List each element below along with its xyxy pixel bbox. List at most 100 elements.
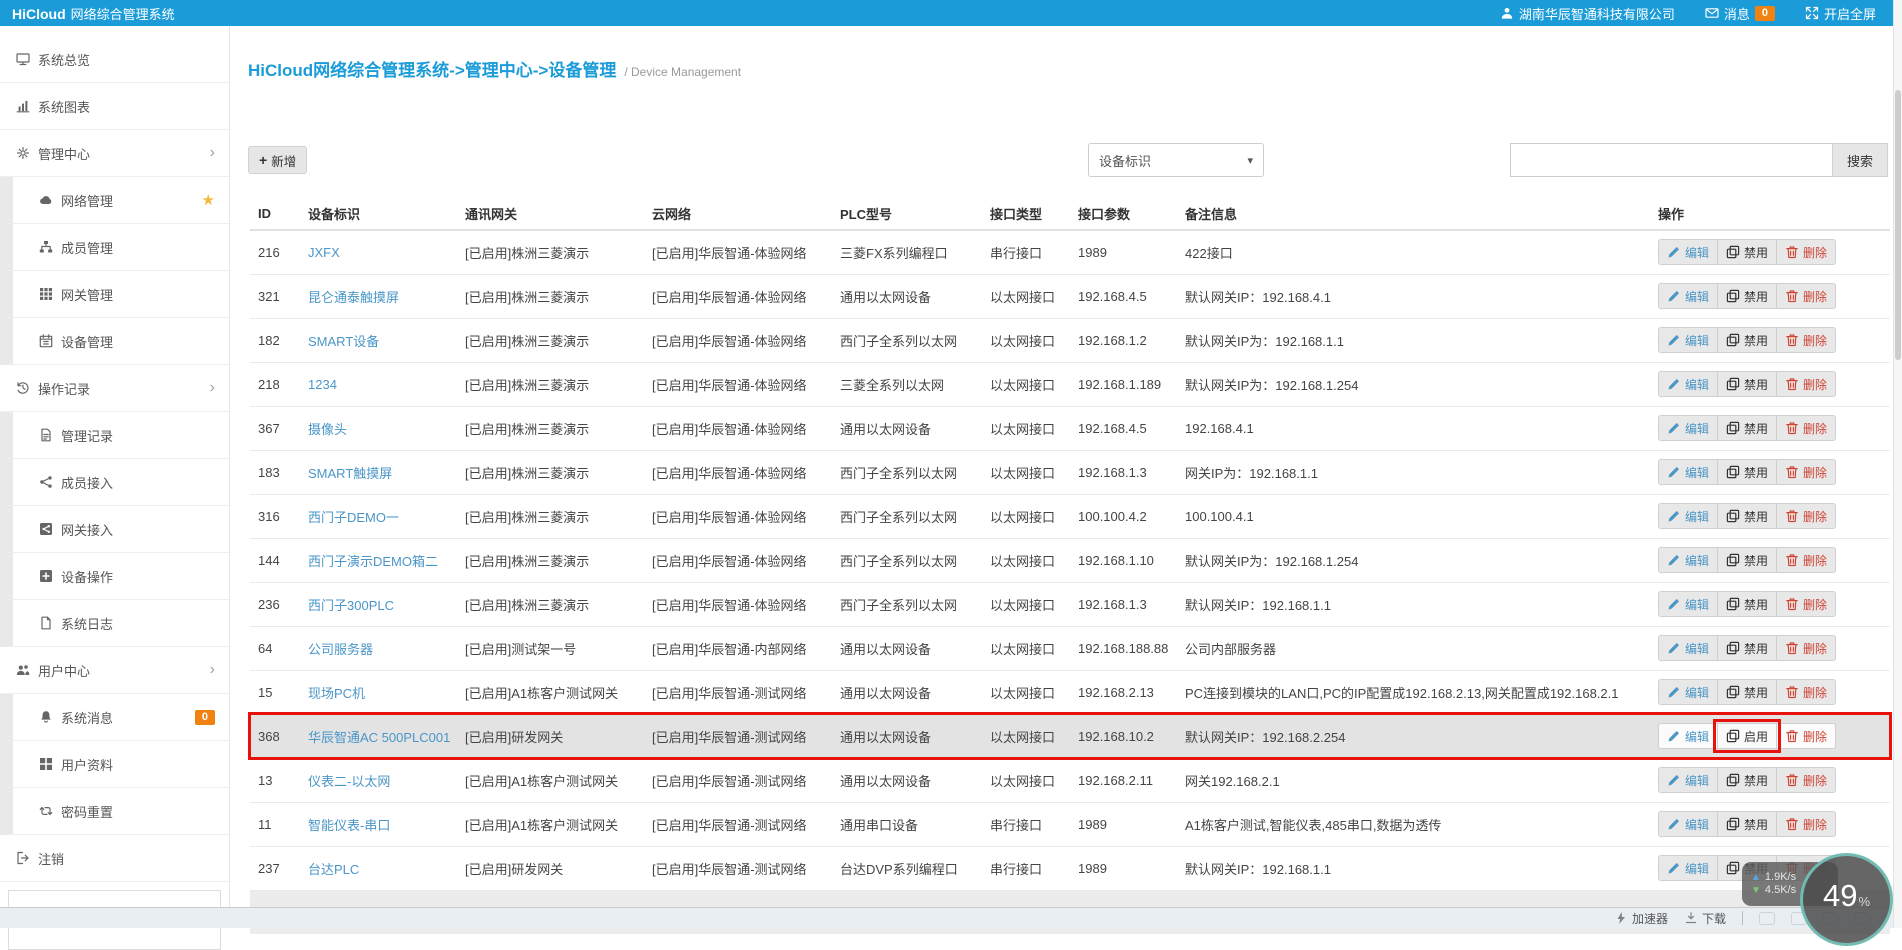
device-name-link[interactable]: 摄像头	[308, 422, 347, 437]
sidebar-item-成员管理[interactable]: 成员管理	[0, 224, 229, 271]
toggle-enable-button[interactable]: 禁用	[1717, 459, 1777, 485]
toggle-enable-button[interactable]: 禁用	[1717, 415, 1777, 441]
toggle-enable-button[interactable]: 禁用	[1717, 503, 1777, 529]
delete-button[interactable]: 删除	[1776, 371, 1836, 397]
sidebar-item-设备管理[interactable]: 设备管理	[0, 318, 229, 365]
edit-button[interactable]: 编辑	[1658, 811, 1718, 837]
messages-menu[interactable]: 消息 0	[1705, 4, 1775, 23]
toggle-enable-button[interactable]: 启用	[1717, 723, 1777, 749]
device-name-link[interactable]: 台达PLC	[308, 862, 359, 877]
toggle-enable-button[interactable]: 禁用	[1717, 371, 1777, 397]
device-name-link[interactable]: 公司服务器	[308, 642, 373, 657]
sidebar-item-密码重置[interactable]: 密码重置	[0, 788, 229, 835]
sidebar-item-系统消息[interactable]: 系统消息0	[0, 694, 229, 741]
delete-button[interactable]: 删除	[1776, 767, 1836, 793]
sidebar-item-用户中心[interactable]: 用户中心›	[0, 647, 229, 694]
search-input[interactable]	[1510, 143, 1832, 177]
edit-button[interactable]: 编辑	[1658, 415, 1718, 441]
page-scrollbar[interactable]	[1893, 0, 1902, 928]
toggle-enable-button[interactable]: 禁用	[1717, 591, 1777, 617]
edit-button[interactable]: 编辑	[1658, 855, 1718, 881]
device-name-link[interactable]: 智能仪表-串口	[308, 818, 390, 833]
device-name-link[interactable]: 仪表二-以太网	[308, 774, 390, 789]
table-row: 15现场PC机[已启用]A1栋客户测试网关[已启用]华辰智通-测试网络通用以太网…	[250, 670, 1890, 714]
delete-button[interactable]: 删除	[1776, 811, 1836, 837]
sidebar-item-网关管理[interactable]: 网关管理	[0, 271, 229, 318]
fullscreen-button[interactable]: 开启全屏	[1805, 4, 1876, 23]
toolbar-extra-icon[interactable]	[1759, 912, 1775, 925]
download-button[interactable]: 下载	[1684, 910, 1726, 927]
toggle-enable-button[interactable]: 禁用	[1717, 547, 1777, 573]
edit-button[interactable]: 编辑	[1658, 723, 1718, 749]
sidebar-item-管理中心[interactable]: 管理中心›	[0, 130, 229, 177]
device-name-link[interactable]: JXFX	[308, 245, 340, 260]
edit-button[interactable]: 编辑	[1658, 547, 1718, 573]
plc-model-cell: 通用以太网设备	[832, 670, 982, 714]
toggle-enable-button[interactable]: 禁用	[1717, 679, 1777, 705]
edit-button[interactable]: 编辑	[1658, 503, 1718, 529]
delete-button[interactable]: 删除	[1776, 723, 1836, 749]
sidebar-item-注销[interactable]: 注销	[0, 835, 229, 882]
brand-name: HiCloud	[12, 6, 66, 22]
envelope-icon	[1705, 6, 1719, 20]
account-menu[interactable]: 湖南华辰智通科技有限公司	[1500, 4, 1675, 23]
edit-button[interactable]: 编辑	[1658, 371, 1718, 397]
device-name-link[interactable]: 西门子演示DEMO箱二	[308, 554, 438, 569]
device-name-link[interactable]: SMART触摸屏	[308, 466, 392, 481]
interface-param-cell: 192.168.2.13	[1070, 670, 1177, 714]
edit-button[interactable]: 编辑	[1658, 459, 1718, 485]
toggle-enable-button[interactable]: 禁用	[1717, 327, 1777, 353]
edit-button[interactable]: 编辑	[1658, 679, 1718, 705]
device-name-cell: SMART设备	[300, 318, 457, 362]
delete-button[interactable]: 删除	[1776, 503, 1836, 529]
table-row: 367摄像头[已启用]株洲三菱演示[已启用]华辰智通-体验网络通用以太网设备以太…	[250, 406, 1890, 450]
delete-button[interactable]: 删除	[1776, 635, 1836, 661]
action-button-group: 编辑启用删除	[1658, 723, 1836, 749]
sidebar-item-成员接入[interactable]: 成员接入	[0, 459, 229, 506]
device-name-link[interactable]: SMART设备	[308, 334, 379, 349]
toggle-enable-button[interactable]: 禁用	[1717, 767, 1777, 793]
device-name-link[interactable]: 西门子300PLC	[308, 598, 394, 613]
sidebar-item-网关接入[interactable]: 网关接入	[0, 506, 229, 553]
chevron-right-icon: ›	[210, 380, 215, 396]
sidebar-item-网络管理[interactable]: 网络管理★	[0, 177, 229, 224]
delete-button[interactable]: 删除	[1776, 415, 1836, 441]
device-name-link[interactable]: 华辰智通AC 500PLC001	[308, 730, 450, 745]
sidebar-item-系统日志[interactable]: 系统日志	[0, 600, 229, 647]
delete-button[interactable]: 删除	[1776, 459, 1836, 485]
device-name-link[interactable]: 1234	[308, 377, 337, 392]
scrollbar-thumb[interactable]	[1895, 90, 1901, 360]
edit-button[interactable]: 编辑	[1658, 283, 1718, 309]
trash-icon	[1785, 773, 1799, 787]
sidebar-item-系统图表[interactable]: 系统图表	[0, 83, 229, 130]
delete-button[interactable]: 删除	[1776, 591, 1836, 617]
sidebar-item-管理记录[interactable]: 管理记录	[0, 412, 229, 459]
delete-button[interactable]: 删除	[1776, 679, 1836, 705]
device-name-link[interactable]: 现场PC机	[308, 686, 365, 701]
filter-select[interactable]: 设备标识 ▾	[1088, 143, 1264, 177]
device-name-link[interactable]: 昆仑通泰触摸屏	[308, 290, 399, 305]
edit-button[interactable]: 编辑	[1658, 591, 1718, 617]
toggle-enable-button[interactable]: 禁用	[1717, 635, 1777, 661]
edit-button[interactable]: 编辑	[1658, 767, 1718, 793]
toggle-enable-button[interactable]: 禁用	[1717, 239, 1777, 265]
toggle-enable-button[interactable]: 禁用	[1717, 811, 1777, 837]
device-name-link[interactable]: 西门子DEMO一	[308, 510, 399, 525]
sidebar-item-系统总览[interactable]: 系统总览	[0, 36, 229, 83]
sidebar-item-用户资料[interactable]: 用户资料	[0, 741, 229, 788]
delete-button[interactable]: 删除	[1776, 327, 1836, 353]
add-device-button[interactable]: + 新增	[248, 146, 307, 174]
edit-button[interactable]: 编辑	[1658, 327, 1718, 353]
edit-button[interactable]: 编辑	[1658, 635, 1718, 661]
toggle-enable-button[interactable]: 禁用	[1717, 283, 1777, 309]
sidebar-item-设备操作[interactable]: 设备操作	[0, 553, 229, 600]
sidebar-item-操作记录[interactable]: 操作记录›	[0, 365, 229, 412]
accelerator-button[interactable]: 加速器	[1614, 910, 1668, 927]
delete-button[interactable]: 删除	[1776, 239, 1836, 265]
actions-cell: 编辑禁用删除	[1650, 538, 1890, 582]
delete-button[interactable]: 删除	[1776, 547, 1836, 573]
edit-button[interactable]: 编辑	[1658, 239, 1718, 265]
note-cell: 422接口	[1177, 230, 1650, 274]
delete-button[interactable]: 删除	[1776, 283, 1836, 309]
search-button[interactable]: 搜索	[1832, 143, 1888, 177]
